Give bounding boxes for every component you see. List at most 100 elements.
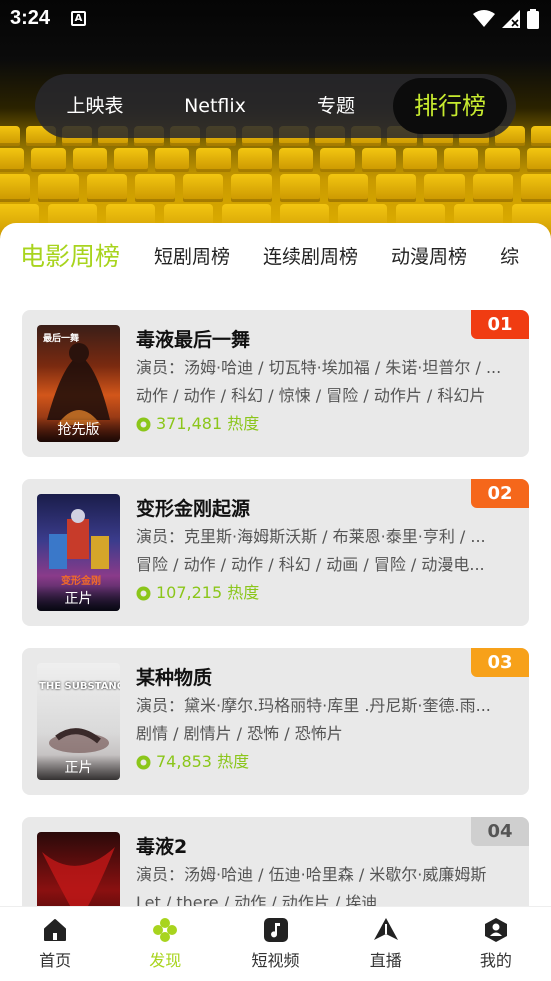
heat-value: 107,215 热度 [156, 583, 260, 602]
seat [424, 174, 465, 202]
seat [279, 174, 320, 202]
seat [196, 148, 231, 172]
heat-icon [136, 755, 151, 769]
seat [520, 174, 551, 202]
nav-label: 我的 [479, 951, 512, 970]
status-time: 3:24 [10, 7, 51, 29]
tab-netflix[interactable]: Netflix [151, 78, 279, 134]
top-tab-bar: 上映表 Netflix 专题 排行榜 [35, 74, 516, 138]
seat [526, 148, 551, 172]
seat [402, 148, 438, 172]
signal-icon [502, 10, 520, 28]
seat [485, 148, 520, 172]
movie-heat: 371,481 热度 [136, 410, 519, 438]
tab-topics[interactable]: 专题 [279, 78, 393, 134]
poster-title-text: THE SUBSTANCE [39, 681, 120, 692]
movie-title: 某种物质 [136, 667, 213, 689]
movie-poster: 变形金刚 正片 [37, 494, 120, 611]
seat [72, 148, 107, 172]
nav-label: 短视频 [251, 951, 300, 970]
seat-row [0, 174, 551, 202]
heat-icon [136, 586, 151, 600]
poster-tag: 抢先版 [37, 417, 120, 442]
seat [0, 148, 25, 172]
seat [444, 148, 479, 172]
movie-poster: 最后一舞 抢先版 [37, 325, 120, 442]
tab-anime-weekly[interactable]: 动漫周榜 [391, 242, 467, 269]
tab-series-weekly[interactable]: 连续剧周榜 [263, 242, 358, 269]
tab-movie-weekly[interactable]: 电影周榜 [20, 237, 120, 273]
poster-title-text: 最后一舞 [43, 334, 80, 344]
movie-genres: 冒险 / 动作 / 动作 / 科幻 / 动画 / 冒险 / 动漫电... [136, 555, 485, 574]
live-icon [373, 918, 398, 940]
heat-value: 74,853 热度 [156, 752, 250, 771]
seat [31, 148, 66, 172]
seat [231, 174, 272, 202]
seat-row [0, 148, 551, 172]
seat [279, 148, 314, 172]
tab-schedule[interactable]: 上映表 [39, 78, 151, 134]
seat [361, 148, 396, 172]
seat [530, 126, 551, 146]
status-icons [473, 9, 539, 29]
status-bar: 3:24 A [0, 0, 551, 40]
home-icon [44, 919, 67, 941]
ranking-card[interactable]: 03 THE SUBSTANCE 正片 某种物质 演员：黛米·摩尔.玛格丽特·库… [22, 648, 529, 795]
music-note-icon [263, 918, 288, 942]
movie-genres: 剧情 / 剧情片 / 恐怖 / 恐怖片 [136, 724, 343, 743]
seat [183, 174, 224, 202]
seat [38, 174, 79, 202]
poster-tag: 正片 [37, 755, 120, 780]
nav-label: 直播 [369, 951, 402, 970]
movie-actors: 演员：克里斯·海姆斯沃斯 / 布莱恩·泰里·亨利 / ... [136, 527, 486, 546]
battery-icon [527, 9, 539, 29]
category-tabs: 电影周榜 短剧周榜 连续剧周榜 动漫周榜 综 [20, 237, 551, 277]
seat [86, 174, 127, 202]
seat [376, 174, 417, 202]
seat [0, 126, 21, 146]
heat-icon [136, 417, 151, 431]
seat [327, 174, 368, 202]
movie-actors: 演员：汤姆·哈迪 / 伍迪·哈里森 / 米歇尔·威廉姆斯 [136, 865, 487, 884]
movie-poster [37, 832, 120, 913]
movie-genres: 动作 / 动作 / 科幻 / 惊悚 / 冒险 / 动作片 / 科幻片 [136, 386, 486, 405]
nav-home[interactable]: 首页 [0, 907, 110, 981]
nav-label: 首页 [39, 951, 72, 970]
movie-heat: 74,853 热度 [136, 748, 519, 776]
poster-tag: 正片 [37, 586, 120, 611]
movie-title: 变形金刚起源 [136, 498, 251, 520]
seat [0, 174, 31, 202]
tab-rankings[interactable]: 排行榜 [393, 78, 507, 134]
nav-short-video[interactable]: 短视频 [220, 907, 330, 981]
seat [472, 174, 513, 202]
movie-poster: THE SUBSTANCE 正片 [37, 663, 120, 780]
nav-label: 发现 [149, 951, 182, 970]
ranking-card[interactable]: 01 最后一舞 抢先版 毒液最后一舞 演员：汤姆·哈迪 / 切瓦特·埃加福 / … [22, 310, 529, 457]
tab-short-drama-weekly[interactable]: 短剧周榜 [154, 242, 230, 269]
nav-profile[interactable]: 我的 [441, 907, 551, 981]
movie-heat: 107,215 热度 [136, 579, 519, 607]
seat [237, 148, 272, 172]
movie-title: 毒液2 [136, 836, 188, 858]
movie-actors: 演员：汤姆·哈迪 / 切瓦特·埃加福 / 朱诺·坦普尔 / ... [136, 358, 502, 377]
ranking-card[interactable]: 02 变形金刚 正片 变形金刚起源 演员：克里斯·海姆斯沃斯 / 布莱恩·泰里·… [22, 479, 529, 626]
heat-value: 371,481 热度 [156, 414, 260, 433]
nav-discover[interactable]: 发现 [110, 907, 220, 981]
notification-a-icon: A [71, 11, 86, 26]
bottom-nav: 首页 发现 短视频 直播 我的 [0, 906, 551, 981]
seat [113, 148, 149, 172]
seat [320, 148, 355, 172]
seat [134, 174, 175, 202]
movie-title: 毒液最后一舞 [136, 329, 251, 351]
seat [155, 148, 190, 172]
poster-title-text: 变形金刚 [61, 576, 101, 587]
discover-icon [153, 918, 178, 942]
ranking-card[interactable]: 04 毒液2 演员：汤姆·哈迪 / 伍迪·哈里森 / 米歇尔·威廉姆斯 Let … [22, 817, 529, 913]
tab-variety-weekly[interactable]: 综 [500, 242, 519, 269]
wifi-icon [473, 10, 495, 27]
ranking-panel: 电影周榜 短剧周榜 连续剧周榜 动漫周榜 综 01 最后一舞 抢先版 毒液最后一舞 演员… [0, 223, 551, 913]
movie-actors: 演员：黛米·摩尔.玛格丽特·库里 .丹尼斯·奎德.雨... [136, 696, 491, 715]
poster-art [42, 847, 115, 913]
nav-live[interactable]: 直播 [331, 907, 441, 981]
profile-icon [484, 918, 507, 942]
